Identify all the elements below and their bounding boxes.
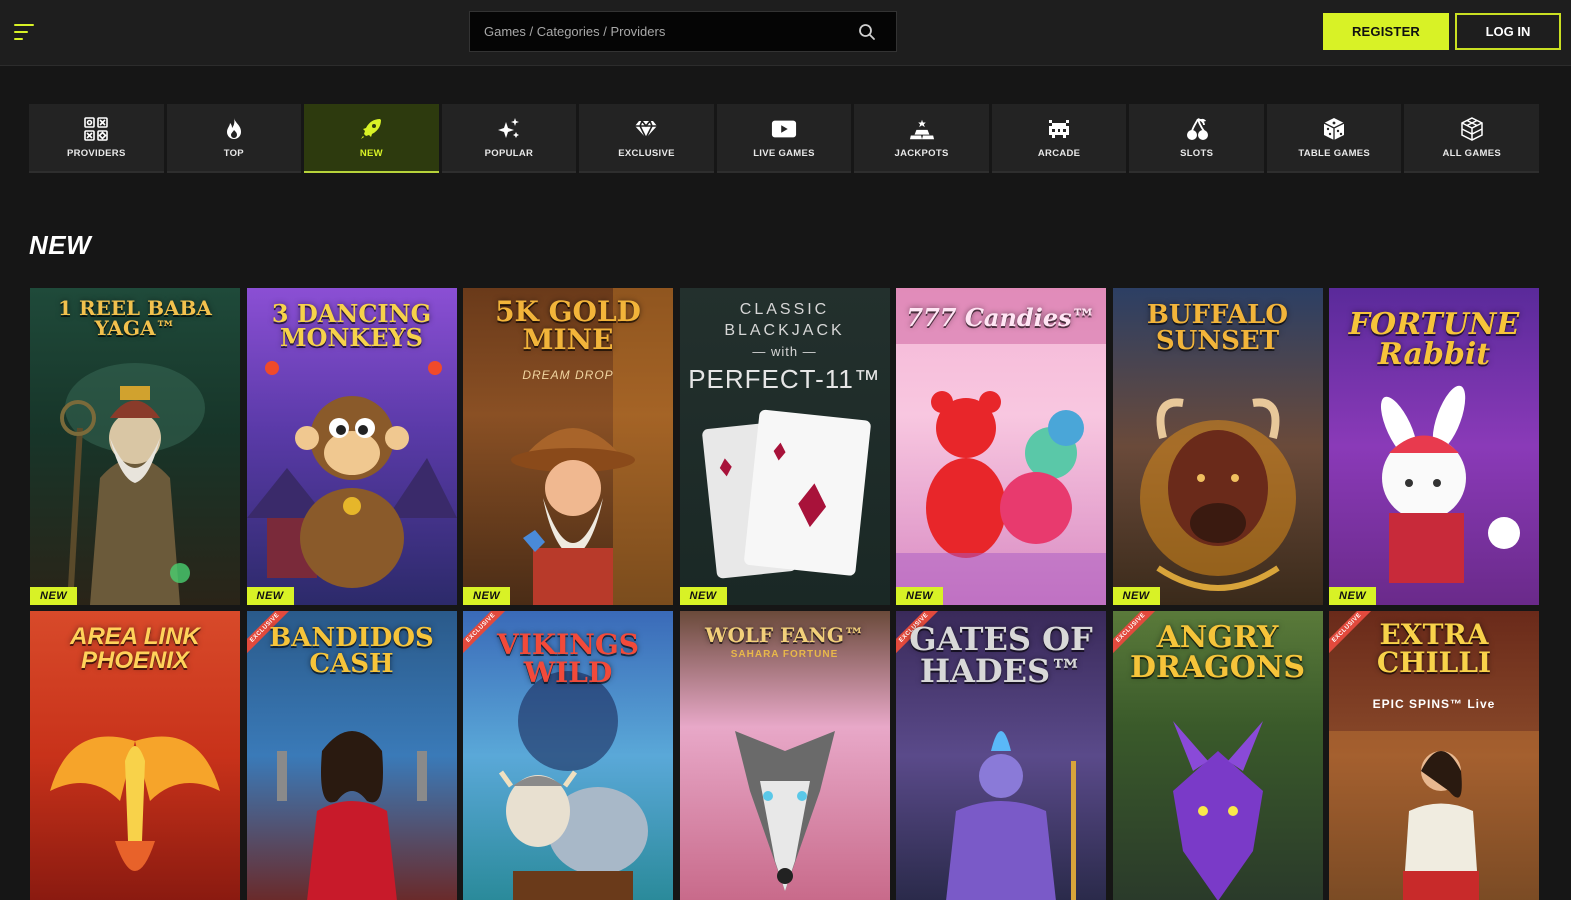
game-title: FORTUNE Rabbit	[1348, 307, 1520, 372]
tab-label: NEW	[359, 148, 383, 159]
tab-all-games[interactable]: ALL GAMES	[1404, 104, 1540, 173]
tab-label: ALL GAMES	[1442, 148, 1501, 159]
tab-label: POPULAR	[484, 148, 534, 159]
new-badge: NEW	[679, 587, 727, 605]
tab-arcade[interactable]: ARCADE	[991, 104, 1127, 173]
tab-top[interactable]: TOP	[166, 104, 302, 173]
tab-label: EXCLUSIVE	[618, 148, 675, 159]
tab-label: PROVIDERS	[66, 148, 126, 159]
tab-exclusive[interactable]: EXCLUSIVE	[579, 104, 714, 173]
game-tile-fortune-rabbit[interactable]: FORTUNE Rabbit NEW	[1329, 288, 1539, 605]
game-tile-buffalo-sunset[interactable]: BUFFALO SUNSET NEW	[1112, 288, 1323, 605]
game-tile-wolf-fang[interactable]: WOLF FANG™ SAHARA FORTUNE	[679, 611, 890, 900]
game-grid: 1 REEL BABA YAGA™ NEW 3 DANCING MONKEYS …	[30, 288, 1540, 900]
game-title: PERFECT-11™	[688, 364, 881, 394]
game-title: EXTRA CHILLI	[1376, 618, 1492, 679]
tab-label: JACKPOTS	[894, 148, 949, 159]
game-subtitle: EPIC SPINS™ Live	[1372, 697, 1496, 711]
new-badge: NEW	[463, 587, 511, 605]
search-icon[interactable]	[858, 23, 876, 41]
new-badge: NEW	[30, 587, 78, 605]
tab-live-games[interactable]: LIVE GAMES	[716, 104, 852, 173]
search-box	[469, 11, 897, 52]
play-icon	[771, 116, 797, 142]
game-title: 777 Candies™	[906, 303, 1096, 332]
new-badge: NEW	[1329, 587, 1377, 605]
tab-slots[interactable]: SLOTS	[1129, 104, 1264, 173]
game-tile-bandidos-cash[interactable]: EXCLUSIVE BANDIDOS CASH	[246, 611, 457, 900]
cherries-icon	[1184, 116, 1210, 142]
diamond-icon	[633, 116, 659, 142]
category-bar: PROVIDERS TOP NEW POPULAR EXCLUSIVE LIVE…	[29, 104, 1540, 173]
tab-label: SLOTS	[1180, 148, 1214, 159]
game-tile-area-link-phoenix[interactable]: AREA LINK PHOENIX	[30, 611, 240, 900]
tab-table-games[interactable]: TABLE GAMES	[1266, 104, 1402, 173]
tab-label: TOP	[223, 148, 244, 159]
game-title: GATES OF HADES™	[909, 620, 1093, 690]
hamburger-menu-icon[interactable]	[14, 22, 38, 42]
new-badge: NEW	[1112, 587, 1160, 605]
game-title: AREA LINK PHOENIX	[70, 623, 200, 674]
game-title: WOLF FANG™	[704, 623, 864, 647]
game-with-label: — with —	[752, 344, 817, 359]
tab-label: ARCADE	[1037, 148, 1081, 159]
new-badge: NEW	[896, 587, 944, 605]
game-subtitle: SAHARA FORTUNE	[730, 649, 839, 660]
rocket-icon	[358, 116, 384, 142]
section-title: NEW	[29, 230, 92, 260]
flame-icon	[221, 116, 247, 142]
game-title: VIKINGS WILD	[497, 628, 639, 689]
game-supertitle: CLASSIC BLACKJACK	[724, 301, 845, 339]
game-art	[896, 288, 1106, 605]
providers-icon	[83, 116, 109, 142]
tab-jackpots[interactable]: JACKPOTS	[854, 104, 989, 173]
game-subtitle: DREAM DROP	[522, 368, 614, 382]
cubes-icon	[1459, 116, 1485, 142]
game-title: BUFFALO SUNSET	[1146, 300, 1289, 356]
top-header: REGISTER LOG IN	[0, 0, 1571, 66]
game-tile-3-dancing-monkeys[interactable]: 3 DANCING MONKEYS NEW	[246, 288, 457, 605]
game-tile-classic-blackjack[interactable]: CLASSIC BLACKJACK — with — PERFECT-11™ N…	[679, 288, 890, 605]
game-tile-baba-yaga[interactable]: 1 REEL BABA YAGA™ NEW	[30, 288, 240, 605]
game-tile-extra-chilli[interactable]: EXCLUSIVE EXTRA CHILLI EPIC SPINS™ Live	[1329, 611, 1539, 900]
sparkles-icon	[496, 116, 522, 142]
game-title: 3 DANCING MONKEYS	[271, 299, 432, 352]
tab-label: TABLE GAMES	[1298, 148, 1371, 159]
space-invader-icon	[1046, 116, 1072, 142]
new-badge: NEW	[246, 587, 294, 605]
game-title: 5K GOLD MINE	[495, 295, 641, 356]
login-button[interactable]: LOG IN	[1455, 13, 1561, 50]
game-title: ANGRY DRAGONS	[1129, 620, 1306, 685]
game-tile-5k-gold-mine[interactable]: 5K GOLD MINE DREAM DROP NEW	[463, 288, 673, 605]
search-input[interactable]	[470, 12, 850, 51]
game-tile-gates-of-hades[interactable]: EXCLUSIVE GATES OF HADES™	[896, 611, 1106, 900]
gold-bars-icon	[909, 116, 935, 142]
tab-label: LIVE GAMES	[753, 148, 815, 159]
game-title: BANDIDOS CASH	[269, 623, 434, 679]
tab-popular[interactable]: POPULAR	[441, 104, 577, 173]
tab-providers[interactable]: PROVIDERS	[29, 104, 164, 173]
game-tile-angry-dragons[interactable]: EXCLUSIVE ANGRY DRAGONS	[1112, 611, 1323, 900]
game-title: 1 REEL BABA YAGA™	[58, 296, 212, 340]
game-tile-777-candies[interactable]: 777 Candies™ NEW	[896, 288, 1106, 605]
dice-icon	[1321, 116, 1347, 142]
game-tile-vikings-wild[interactable]: EXCLUSIVE VIKINGS WILD	[463, 611, 673, 900]
register-button[interactable]: REGISTER	[1323, 13, 1449, 50]
tab-new[interactable]: NEW	[304, 104, 439, 173]
